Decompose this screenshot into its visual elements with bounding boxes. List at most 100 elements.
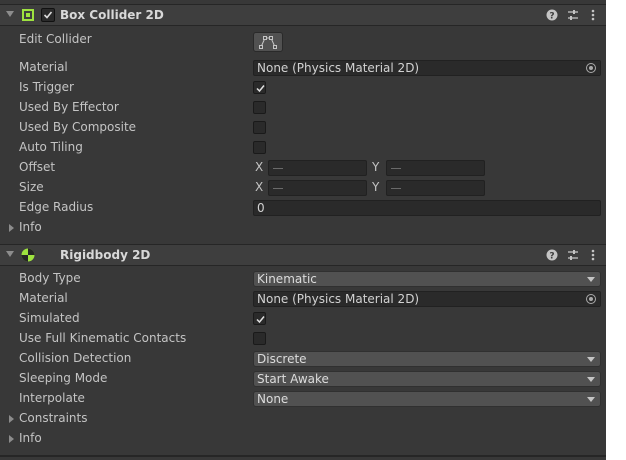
window-edge [606, 0, 626, 460]
auto-tiling-row: Auto Tiling [0, 138, 606, 158]
offset-x-field[interactable] [268, 160, 367, 176]
rigidbody-icon [21, 248, 35, 262]
edge-radius-row: Edge Radius 0 [0, 198, 606, 218]
collider-info-foldout[interactable]: Info [0, 218, 606, 238]
checkmark-icon [43, 11, 53, 19]
component-enabled-checkbox[interactable] [41, 8, 55, 22]
collision-detection-dropdown[interactable]: Discrete [253, 351, 601, 367]
help-icon[interactable]: ? [546, 9, 558, 21]
offset-row: Offset X Y [0, 158, 606, 178]
dropdown-arrow-icon [587, 397, 595, 402]
simulated-row: Simulated [0, 309, 606, 329]
edit-collider-button[interactable] [253, 32, 283, 52]
material-label: Material [19, 291, 68, 305]
expand-arrow-icon[interactable] [9, 435, 14, 443]
rigidbody-info-foldout[interactable]: Info [0, 429, 606, 449]
interpolate-row: Interpolate None [0, 389, 606, 409]
offset-y-field[interactable] [386, 160, 485, 176]
edit-collider-row: Edit Collider [0, 30, 606, 54]
full-kinematic-contacts-row: Use Full Kinematic Contacts [0, 329, 606, 349]
rigidbody-material-row: Material None (Physics Material 2D) [0, 289, 606, 309]
dropdown-arrow-icon [587, 377, 595, 382]
box-collider-icon [22, 9, 34, 21]
body-type-row: Body Type Kinematic [0, 269, 606, 289]
presets-icon[interactable] [567, 249, 579, 261]
interpolate-value: None [257, 392, 289, 406]
collapse-arrow-icon[interactable] [6, 251, 14, 257]
offset-label: Offset [19, 160, 56, 174]
size-y-field[interactable] [386, 180, 485, 196]
component-title: Rigidbody 2D [60, 248, 151, 262]
body-type-value: Kinematic [257, 272, 317, 286]
info-label[interactable]: Info [19, 431, 42, 445]
size-row: Size X Y [0, 178, 606, 198]
material-field[interactable]: None (Physics Material 2D) [253, 60, 601, 76]
edge-radius-field[interactable]: 0 [253, 200, 601, 216]
rigidbody-header[interactable]: Rigidbody 2D ? [0, 244, 606, 266]
object-picker-icon[interactable] [582, 292, 600, 306]
material-field[interactable]: None (Physics Material 2D) [253, 291, 601, 307]
dropdown-arrow-icon [587, 357, 595, 362]
size-x-field[interactable] [268, 180, 367, 196]
constraints-foldout[interactable]: Constraints [0, 409, 606, 429]
sleeping-mode-label: Sleeping Mode [19, 371, 108, 385]
body-type-dropdown[interactable]: Kinematic [253, 271, 601, 287]
simulated-label: Simulated [19, 311, 80, 325]
object-picker-icon[interactable] [582, 61, 600, 75]
used-by-composite-checkbox[interactable] [253, 121, 266, 134]
sleeping-mode-dropdown[interactable]: Start Awake [253, 371, 601, 387]
kebab-menu-icon[interactable] [587, 9, 599, 21]
dropdown-arrow-icon [587, 277, 595, 282]
constraints-label[interactable]: Constraints [19, 411, 87, 425]
size-x-label[interactable]: X [255, 180, 263, 194]
sleeping-mode-value: Start Awake [257, 372, 329, 386]
is-trigger-row: Is Trigger [0, 78, 606, 98]
interpolate-dropdown[interactable]: None [253, 391, 601, 407]
edge-radius-value: 0 [257, 201, 265, 215]
is-trigger-label: Is Trigger [19, 80, 74, 94]
checkmark-icon [256, 85, 265, 93]
svg-text:?: ? [549, 252, 554, 262]
help-icon[interactable]: ? [546, 249, 558, 261]
edit-collider-icon [259, 36, 277, 49]
collision-detection-row: Collision Detection Discrete [0, 349, 606, 369]
auto-tiling-checkbox[interactable] [253, 141, 266, 154]
used-by-effector-row: Used By Effector [0, 98, 606, 118]
checkmark-icon [256, 316, 265, 324]
expand-arrow-icon[interactable] [9, 415, 14, 423]
is-trigger-checkbox[interactable] [253, 81, 266, 94]
edge-radius-label: Edge Radius [19, 200, 94, 214]
used-by-composite-row: Used By Composite [0, 118, 606, 138]
material-value: None (Physics Material 2D) [257, 292, 420, 306]
sleeping-mode-row: Sleeping Mode Start Awake [0, 369, 606, 389]
collision-detection-label: Collision Detection [19, 351, 132, 365]
size-y-label[interactable]: Y [372, 180, 379, 194]
svg-text:?: ? [549, 12, 554, 22]
collision-detection-value: Discrete [257, 352, 307, 366]
collapse-arrow-icon[interactable] [6, 11, 14, 17]
collider-material-row: Material None (Physics Material 2D) [0, 58, 606, 78]
offset-y-label[interactable]: Y [372, 160, 379, 174]
expand-arrow-icon[interactable] [9, 224, 14, 232]
presets-icon[interactable] [567, 9, 579, 21]
inspector-panel: Box Collider 2D ? Edit Collider Material… [0, 0, 606, 460]
body-type-label: Body Type [19, 271, 81, 285]
size-label: Size [19, 180, 44, 194]
box-collider-header[interactable]: Box Collider 2D ? [0, 4, 606, 26]
full-kinematic-contacts-label: Use Full Kinematic Contacts [19, 331, 187, 345]
component-title: Box Collider 2D [60, 8, 164, 22]
info-label[interactable]: Info [19, 220, 42, 234]
simulated-checkbox[interactable] [253, 312, 266, 325]
section-divider [0, 455, 606, 457]
auto-tiling-label: Auto Tiling [19, 140, 83, 154]
used-by-composite-label: Used By Composite [19, 120, 137, 134]
material-label: Material [19, 60, 68, 74]
material-value: None (Physics Material 2D) [257, 61, 420, 75]
interpolate-label: Interpolate [19, 391, 85, 405]
used-by-effector-checkbox[interactable] [253, 101, 266, 114]
kebab-menu-icon[interactable] [587, 249, 599, 261]
used-by-effector-label: Used By Effector [19, 100, 119, 114]
offset-x-label[interactable]: X [255, 160, 263, 174]
full-kinematic-contacts-checkbox[interactable] [253, 332, 266, 345]
edit-collider-label: Edit Collider [19, 32, 92, 46]
